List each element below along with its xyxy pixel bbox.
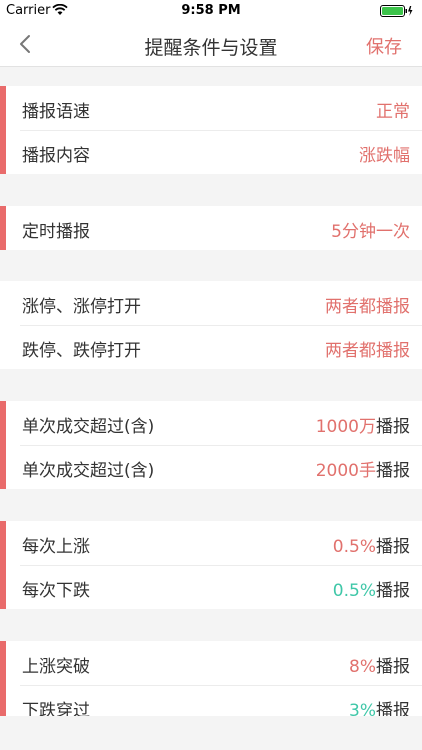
value-suffix: 播报 xyxy=(376,417,410,437)
row-label: 跌停、跌停打开 xyxy=(22,341,141,361)
list-item-timed-broadcast[interactable]: 定时播报 5分钟一次 xyxy=(0,206,422,250)
divider xyxy=(20,685,422,686)
divider xyxy=(20,325,422,326)
status-bar: Carrier 9:58 PM xyxy=(0,0,422,22)
divider xyxy=(20,565,422,566)
timed-broadcast-group: 定时播报 5分钟一次 xyxy=(0,206,422,250)
row-label: 单次成交超过(含) xyxy=(22,417,155,437)
row-label: 涨停、涨停打开 xyxy=(22,297,141,317)
divider xyxy=(20,445,422,446)
page-title: 提醒条件与设置 xyxy=(144,37,278,59)
value-number: 0.5% xyxy=(332,581,376,601)
speech-settings-group: 播报语速 正常 播报内容 涨跌幅 xyxy=(0,86,422,174)
row-label: 单次成交超过(含) xyxy=(22,461,155,481)
battery-icon xyxy=(380,5,413,17)
row-value: 1000万播报 xyxy=(316,412,410,437)
row-value: 8%播报 xyxy=(349,652,410,677)
list-item-each-rise[interactable]: 每次上涨 0.5%播报 xyxy=(0,521,422,565)
value-number: 1000万 xyxy=(315,417,376,437)
row-value: 0.5%播报 xyxy=(333,576,410,601)
step-change-group: 每次上涨 0.5%播报 每次下跌 0.5%播报 xyxy=(0,521,422,609)
list-item-speech-content[interactable]: 播报内容 涨跌幅 xyxy=(0,130,422,174)
row-label: 播报语速 xyxy=(22,102,90,122)
row-value: 2000手播报 xyxy=(316,456,410,481)
list-item-speech-rate[interactable]: 播报语速 正常 xyxy=(0,86,422,130)
value-suffix: 播报 xyxy=(376,537,410,557)
nav-bar: 提醒条件与设置 保存 xyxy=(0,22,422,67)
row-label: 定时播报 xyxy=(22,222,90,242)
value-suffix: 播报 xyxy=(376,581,410,601)
row-value: 正常 xyxy=(376,102,410,122)
list-item-trade-amount[interactable]: 单次成交超过(含) 1000万播报 xyxy=(0,401,422,445)
row-value: 两者都播报 xyxy=(325,341,410,361)
value-number: 8% xyxy=(349,657,376,677)
big-trade-group: 单次成交超过(含) 1000万播报 单次成交超过(含) 2000手播报 xyxy=(0,401,422,489)
row-value: 5分钟一次 xyxy=(331,222,410,242)
row-label: 播报内容 xyxy=(22,146,90,166)
list-item-rise-breakout[interactable]: 上涨突破 8%播报 xyxy=(0,641,422,685)
value-number: 2000手 xyxy=(315,461,376,481)
value-suffix: 播报 xyxy=(376,461,410,481)
status-time: 9:58 PM xyxy=(181,3,241,18)
list-item-trade-volume[interactable]: 单次成交超过(含) 2000手播报 xyxy=(0,445,422,489)
row-label: 上涨突破 xyxy=(22,657,90,677)
row-value: 涨跌幅 xyxy=(359,146,410,166)
row-label: 每次上涨 xyxy=(22,537,90,557)
list-item-limit-up[interactable]: 涨停、涨停打开 两者都播报 xyxy=(0,281,422,325)
row-label: 每次下跌 xyxy=(22,581,90,601)
value-suffix: 播报 xyxy=(376,657,410,677)
row-value: 0.5%播报 xyxy=(333,532,410,557)
row-value: 两者都播报 xyxy=(325,297,410,317)
value-number: 0.5% xyxy=(332,537,376,557)
bottom-fade xyxy=(0,716,422,750)
divider xyxy=(20,130,422,131)
list-item-each-fall[interactable]: 每次下跌 0.5%播报 xyxy=(0,565,422,609)
limit-broadcast-group: 涨停、涨停打开 两者都播报 跌停、跌停打开 两者都播报 xyxy=(0,281,422,369)
list-item-limit-down[interactable]: 跌停、跌停打开 两者都播报 xyxy=(0,325,422,369)
save-button[interactable]: 保存 xyxy=(366,33,402,59)
